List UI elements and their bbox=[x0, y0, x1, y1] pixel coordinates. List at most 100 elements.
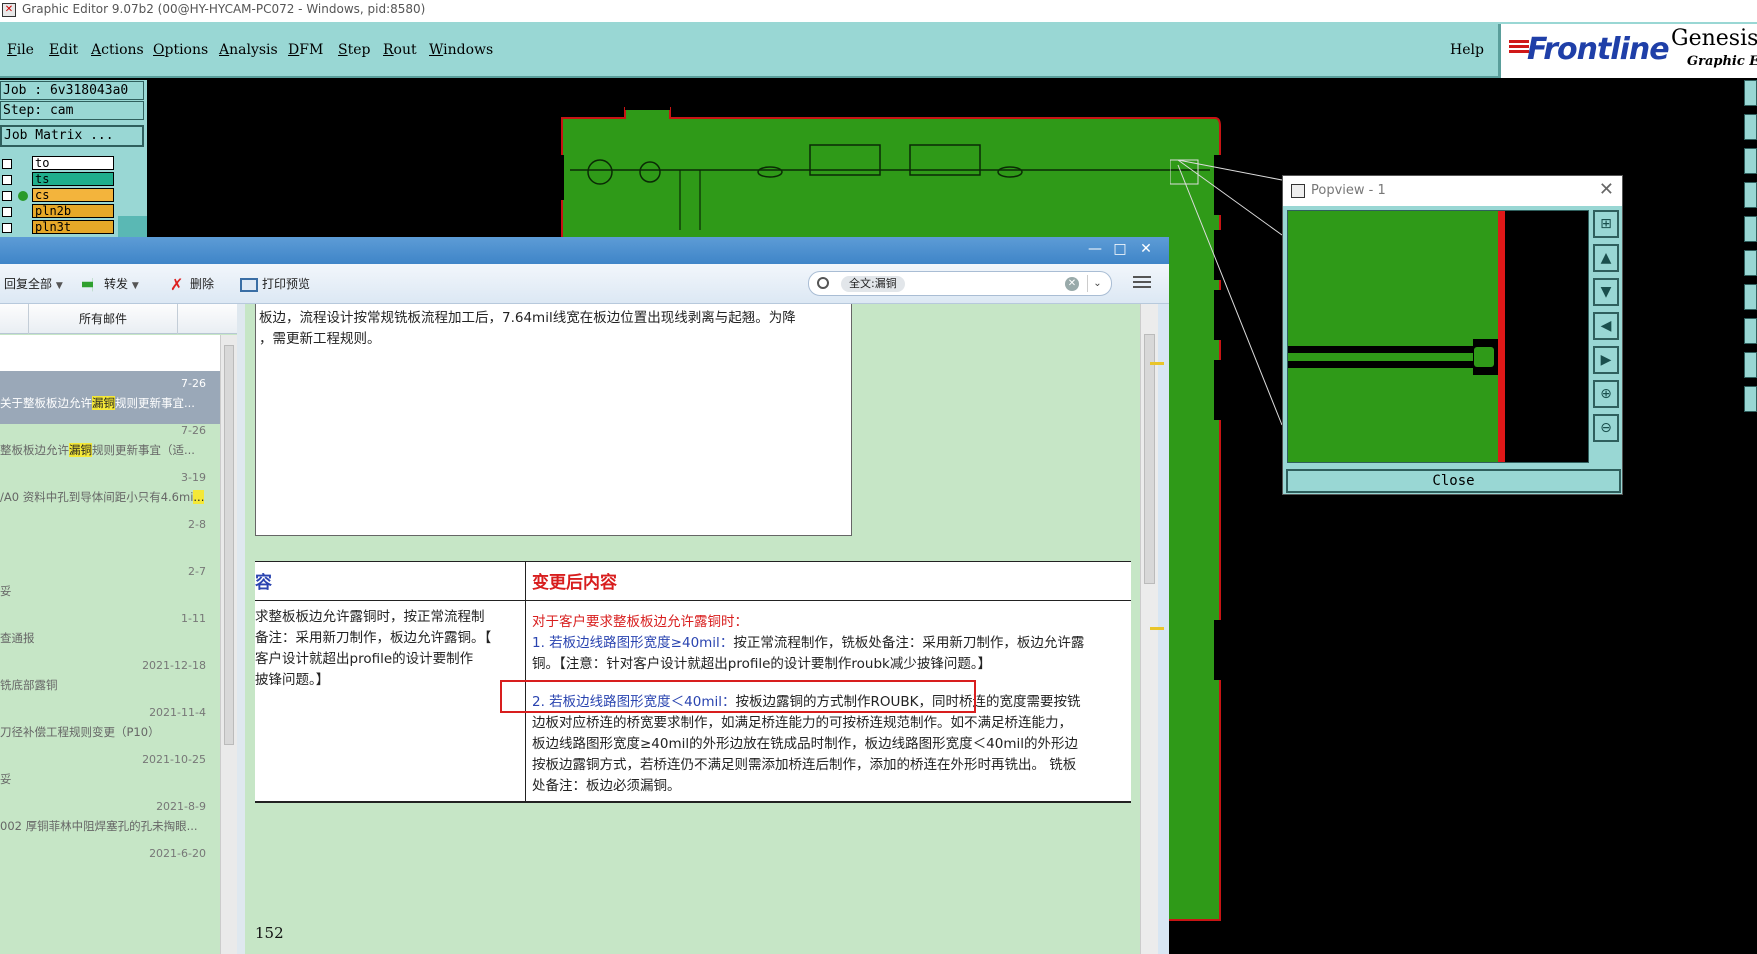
body-line: 板边，流程设计按常规铣板流程加工后，7.64mil线宽在板边位置出现线剥离与起翘… bbox=[259, 310, 796, 326]
rule-2-line: 按板边露铜方式，若桥连仍不满足则需添加桥连后制作，添加的桥连在外形时再铣出。 铣… bbox=[532, 757, 1077, 773]
layer-name[interactable]: pln3t bbox=[32, 220, 114, 234]
mail-list-item[interactable]: 2021-6-20 bbox=[0, 841, 220, 894]
menu-edit[interactable]: Edit bbox=[49, 42, 78, 58]
layer-name[interactable]: ts bbox=[32, 172, 114, 186]
reading-pane: 板边，流程设计按常规铣板流程加工后，7.64mil线宽在板边位置出现线剥离与起翘… bbox=[245, 304, 1142, 954]
right-tool-button[interactable] bbox=[1744, 352, 1757, 378]
scrollbar-thumb[interactable] bbox=[1144, 334, 1155, 584]
layer-checkbox[interactable] bbox=[2, 175, 12, 185]
view-list-icon[interactable] bbox=[1133, 276, 1151, 292]
menu-file[interactable]: File bbox=[7, 42, 34, 58]
right-tool-button[interactable] bbox=[1744, 250, 1757, 276]
layer-checkbox[interactable] bbox=[2, 191, 12, 201]
layer-list: to ts cs pln2b pln3t bbox=[0, 156, 118, 240]
popview-title-bar[interactable]: Popview - 1 ✕ bbox=[1283, 176, 1622, 206]
layer-row[interactable]: pln3t bbox=[0, 220, 118, 235]
scrollbar-thumb[interactable] bbox=[224, 345, 234, 745]
search-filter-tag[interactable]: 全文:漏铜 bbox=[841, 276, 905, 292]
all-mail-tab[interactable]: 所有邮件 bbox=[28, 304, 178, 334]
mail-list-panel: 所有邮件 7-26 关于整板板边允许漏铜规则更新事宜... 7-26 整板板边允许漏铜… bbox=[0, 304, 237, 954]
mail-list-item[interactable]: 2021-8-9 002 厚铜菲林中阻焊塞孔的孔未掏眼... bbox=[0, 794, 220, 847]
layer-name[interactable]: cs bbox=[32, 188, 114, 202]
mail-date: 3-19 bbox=[181, 471, 206, 484]
pan-right-icon[interactable]: ▶ bbox=[1593, 346, 1619, 374]
right-tool-button[interactable] bbox=[1744, 80, 1757, 106]
layer-name[interactable]: to bbox=[32, 156, 114, 170]
mail-list-scrollbar[interactable] bbox=[220, 335, 237, 954]
menu-help[interactable]: Help bbox=[1450, 42, 1484, 58]
subject-text: 整板板边允许 bbox=[0, 443, 69, 457]
layer-checkbox[interactable] bbox=[2, 223, 12, 233]
mail-date: 7-26 bbox=[181, 424, 206, 437]
mail-list-item[interactable]: 7-26 整板板边允许漏铜规则更新事宜（适... bbox=[0, 418, 220, 471]
chevron-down-icon: ▼ bbox=[131, 281, 139, 291]
menu-step[interactable]: Step bbox=[338, 42, 370, 58]
mail-list-item[interactable]: 7-26 关于整板板边允许漏铜规则更新事宜... bbox=[0, 371, 220, 424]
printer-icon bbox=[240, 277, 258, 292]
popview-close-icon[interactable]: ✕ bbox=[1599, 180, 1614, 200]
layer-checkbox[interactable] bbox=[2, 159, 12, 169]
popview-canvas[interactable] bbox=[1287, 210, 1589, 463]
rule-2-line: 处备注：板边必须漏铜。 bbox=[532, 778, 681, 794]
layer-row[interactable]: cs bbox=[0, 188, 118, 203]
right-tool-button[interactable] bbox=[1744, 216, 1757, 242]
mail-list-item[interactable]: 2021-10-25 妥 bbox=[0, 747, 220, 800]
right-tool-button[interactable] bbox=[1744, 182, 1757, 208]
layer-row[interactable]: ts bbox=[0, 172, 118, 187]
menu-rout[interactable]: Rout bbox=[383, 42, 417, 58]
pane-splitter[interactable] bbox=[237, 304, 245, 954]
close-icon[interactable]: ✕ bbox=[1136, 240, 1156, 258]
job-matrix-button[interactable]: Job Matrix ... bbox=[0, 125, 144, 147]
print-preview-button[interactable]: 打印预览 bbox=[240, 274, 310, 294]
popview-close-button[interactable]: Close bbox=[1286, 469, 1621, 493]
search-options-icon[interactable]: ⌄ bbox=[1087, 275, 1107, 292]
print-preview-label: 打印预览 bbox=[262, 277, 311, 291]
menu-dfm[interactable]: DFM bbox=[288, 42, 323, 58]
mail-list-item[interactable]: 2-7 妥 bbox=[0, 559, 220, 612]
right-tool-button[interactable] bbox=[1744, 114, 1757, 140]
minimize-icon[interactable]: — bbox=[1085, 240, 1105, 258]
clear-search-icon[interactable]: ✕ bbox=[1065, 277, 1079, 291]
maximize-icon[interactable]: □ bbox=[1110, 240, 1130, 258]
right-tool-button[interactable] bbox=[1744, 318, 1757, 344]
mail-list-item[interactable]: 1-11 查通报 bbox=[0, 606, 220, 659]
mail-title-bar[interactable]: — □ ✕ bbox=[0, 237, 1169, 264]
mail-list-item[interactable]: 3-19/A0 资料中孔到导体间距小只有4.6mi... bbox=[0, 465, 220, 518]
mail-list-item[interactable]: 2021-12-18 铣底部露铜 bbox=[0, 653, 220, 706]
right-tool-button[interactable] bbox=[1744, 386, 1757, 412]
cell-line: 求整板板边允许露铜时，按正常流程制 bbox=[255, 609, 485, 625]
pan-up-icon[interactable]: ▲ bbox=[1593, 244, 1619, 272]
previous-text-box: 板边，流程设计按常规铣板流程加工后，7.64mil线宽在板边位置出现线剥离与起翘… bbox=[255, 304, 852, 536]
subject-text: /A0 资料中孔到导体间距小只有4.6mi bbox=[0, 490, 194, 504]
delete-button[interactable]: ✗ 删除 bbox=[170, 274, 214, 294]
search-input[interactable]: 全文:漏铜 ✕ ⌄ bbox=[808, 271, 1112, 296]
menu-options[interactable]: Options bbox=[153, 42, 208, 58]
mail-subject: 妥 bbox=[0, 771, 212, 787]
pan-left-icon[interactable]: ◀ bbox=[1593, 312, 1619, 340]
mail-list-item[interactable]: 2-8 bbox=[0, 512, 220, 565]
layer-row[interactable]: to bbox=[0, 156, 118, 171]
subject-text: 妥 bbox=[0, 584, 12, 598]
table-header-divider bbox=[255, 600, 1131, 601]
menu-actions[interactable]: Actions bbox=[91, 42, 144, 58]
mail-list-item[interactable]: 2021-11-4 刀径补偿工程规则变更（P10） bbox=[0, 700, 220, 753]
search-hit-marker bbox=[1150, 362, 1164, 365]
pan-down-icon[interactable]: ▼ bbox=[1593, 278, 1619, 306]
subject-text: 查通报 bbox=[0, 631, 35, 645]
menu-analysis[interactable]: Analysis bbox=[219, 42, 278, 58]
zoom-fit-icon[interactable]: ⊞ bbox=[1593, 210, 1619, 238]
reply-all-button[interactable]: 回复全部 ▼ bbox=[4, 274, 63, 294]
forward-button[interactable]: 转发 ▼ bbox=[82, 274, 139, 294]
right-tool-button[interactable] bbox=[1744, 148, 1757, 174]
zoom-out-icon[interactable]: ⊖ bbox=[1593, 414, 1619, 442]
layer-checkbox[interactable] bbox=[2, 207, 12, 217]
layer-row[interactable]: pln2b bbox=[0, 204, 118, 219]
right-toolbar bbox=[1742, 80, 1757, 954]
right-tool-button[interactable] bbox=[1744, 284, 1757, 310]
layer-name[interactable]: pln2b bbox=[32, 204, 114, 218]
active-layer-dot-icon bbox=[18, 191, 28, 201]
menu-windows[interactable]: Windows bbox=[429, 42, 493, 58]
zoom-in-icon[interactable]: ⊕ bbox=[1593, 380, 1619, 408]
search-hit-marker bbox=[1150, 627, 1164, 630]
mail-date: 2021-11-4 bbox=[149, 706, 206, 719]
